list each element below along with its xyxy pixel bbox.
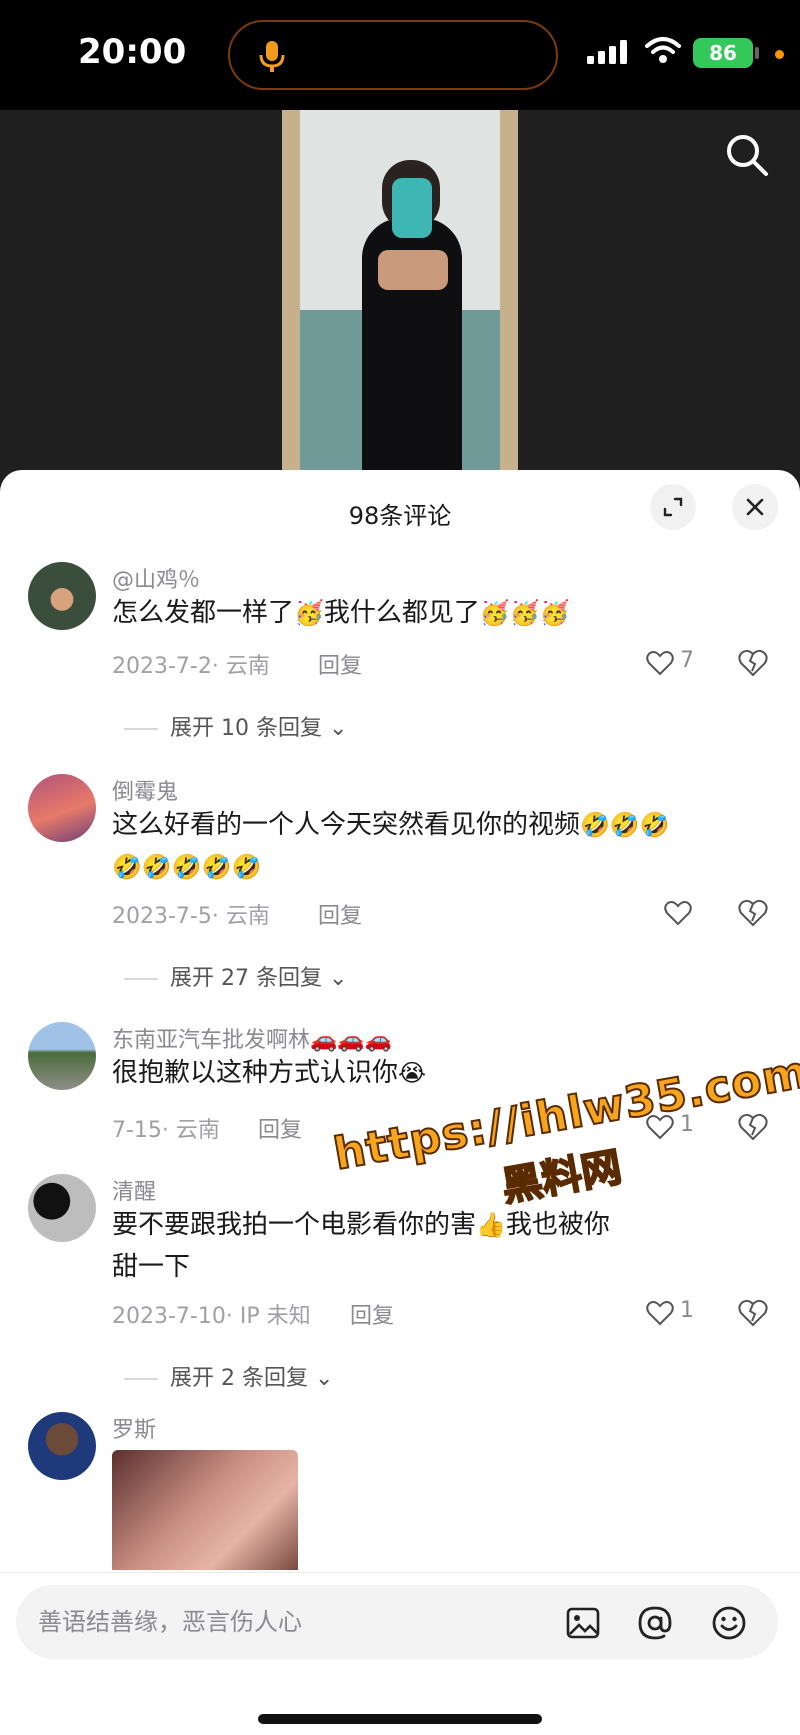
comment-input-bar xyxy=(0,1572,800,1735)
comment-date-location: 2023-7-5· 云南 xyxy=(112,904,270,929)
dislike-icon[interactable] xyxy=(738,649,768,677)
expand-sheet-button[interactable] xyxy=(650,484,696,530)
emoji: 🥳🥳🥳 xyxy=(479,599,570,627)
emoji: 🤣🤣🤣 xyxy=(580,811,670,839)
heart-icon[interactable] xyxy=(664,900,692,926)
chevron-down-icon: ⌄ xyxy=(321,966,348,991)
comment-sheet: 98条评论 @山鸡％ 怎么发都一样了🥳我什么都见了🥳🥳🥳 2023-7-2· 云… xyxy=(0,470,800,1735)
close-icon xyxy=(746,498,764,516)
comment-date-location: 2023-7-10· IP 未知 xyxy=(112,1304,311,1329)
search-icon[interactable] xyxy=(722,130,772,180)
status-time: 20:00 xyxy=(78,32,187,72)
status-bar: 20:00 86 xyxy=(0,0,800,110)
heart-icon[interactable] xyxy=(646,650,674,676)
comment-username[interactable]: 清醒 xyxy=(112,1174,156,1206)
chevron-down-icon: ⌄ xyxy=(321,716,348,741)
signal-icon xyxy=(587,40,627,64)
heart-icon[interactable] xyxy=(646,1300,674,1326)
chevron-down-icon: ⌄ xyxy=(307,1366,334,1391)
comment-text: 这么好看的一个人今天突然看见你的视频🤣🤣🤣 🤣🤣🤣🤣🤣 xyxy=(112,810,670,881)
video-frame xyxy=(282,110,518,490)
video-preview[interactable] xyxy=(0,110,800,490)
emoji: 🥳 xyxy=(294,599,324,627)
emoji-icon[interactable] xyxy=(710,1604,748,1642)
like-count: 1 xyxy=(680,1112,694,1137)
avatar[interactable] xyxy=(28,1022,96,1090)
avatar[interactable] xyxy=(28,1412,96,1480)
wifi-icon xyxy=(645,37,681,63)
comment-username[interactable]: 倒霉鬼 xyxy=(112,774,178,806)
reply-button[interactable]: 回复 xyxy=(258,1112,302,1144)
emoji: 😭 xyxy=(398,1059,427,1087)
comment-text: 要不要跟我拍一个电影看你的害👍我也被你 甜一下 xyxy=(112,1210,610,1282)
reply-button[interactable]: 回复 xyxy=(350,1298,394,1330)
comment-username[interactable]: @山鸡％ xyxy=(112,562,200,594)
car-emoji: 🚗🚗🚗 xyxy=(310,1028,393,1053)
battery-indicator: 86 xyxy=(693,38,753,68)
comment-date-location: 2023-7-2· 云南 xyxy=(112,654,270,679)
dislike-icon[interactable] xyxy=(738,899,768,927)
comment-image[interactable] xyxy=(112,1450,298,1570)
expand-replies-button[interactable]: 展开 10 条回复 ⌄ xyxy=(124,710,347,742)
comment-date-location: 7-15· 云南 xyxy=(112,1118,220,1143)
emoji: 🤣🤣🤣🤣🤣 xyxy=(112,853,262,881)
watermark-name: 黑料网 xyxy=(498,1143,626,1211)
reply-button[interactable]: 回复 xyxy=(318,648,362,680)
expand-icon xyxy=(663,497,683,517)
like-count: 7 xyxy=(680,648,694,673)
comment-input[interactable] xyxy=(38,1585,518,1659)
microphone-icon xyxy=(259,41,285,72)
comment-input-container[interactable] xyxy=(16,1585,778,1659)
comment-text: 很抱歉以这种方式认识你😭 xyxy=(112,1058,427,1088)
reply-button[interactable]: 回复 xyxy=(318,898,362,930)
at-icon[interactable] xyxy=(636,1604,674,1642)
avatar[interactable] xyxy=(28,562,96,630)
comment-text: 怎么发都一样了🥳我什么都见了🥳🥳🥳 xyxy=(112,598,570,628)
avatar[interactable] xyxy=(28,1174,96,1242)
emoji: 👍 xyxy=(476,1211,506,1239)
privacy-indicator xyxy=(775,50,784,59)
dislike-icon[interactable] xyxy=(738,1299,768,1327)
battery-cap xyxy=(755,47,759,59)
close-button[interactable] xyxy=(732,484,778,530)
home-indicator xyxy=(258,1714,542,1724)
dynamic-island xyxy=(228,20,558,90)
expand-replies-button[interactable]: 展开 2 条回复 ⌄ xyxy=(124,1360,333,1392)
expand-replies-button[interactable]: 展开 27 条回复 ⌄ xyxy=(124,960,347,992)
dislike-icon[interactable] xyxy=(738,1113,768,1141)
avatar[interactable] xyxy=(28,774,96,842)
comment-username[interactable]: 罗斯 xyxy=(112,1412,156,1444)
image-icon[interactable] xyxy=(564,1604,602,1642)
comment-username[interactable]: 东南亚汽车批发啊林🚗🚗🚗 xyxy=(112,1022,392,1054)
heart-icon[interactable] xyxy=(646,1114,674,1140)
like-count: 1 xyxy=(680,1298,694,1323)
